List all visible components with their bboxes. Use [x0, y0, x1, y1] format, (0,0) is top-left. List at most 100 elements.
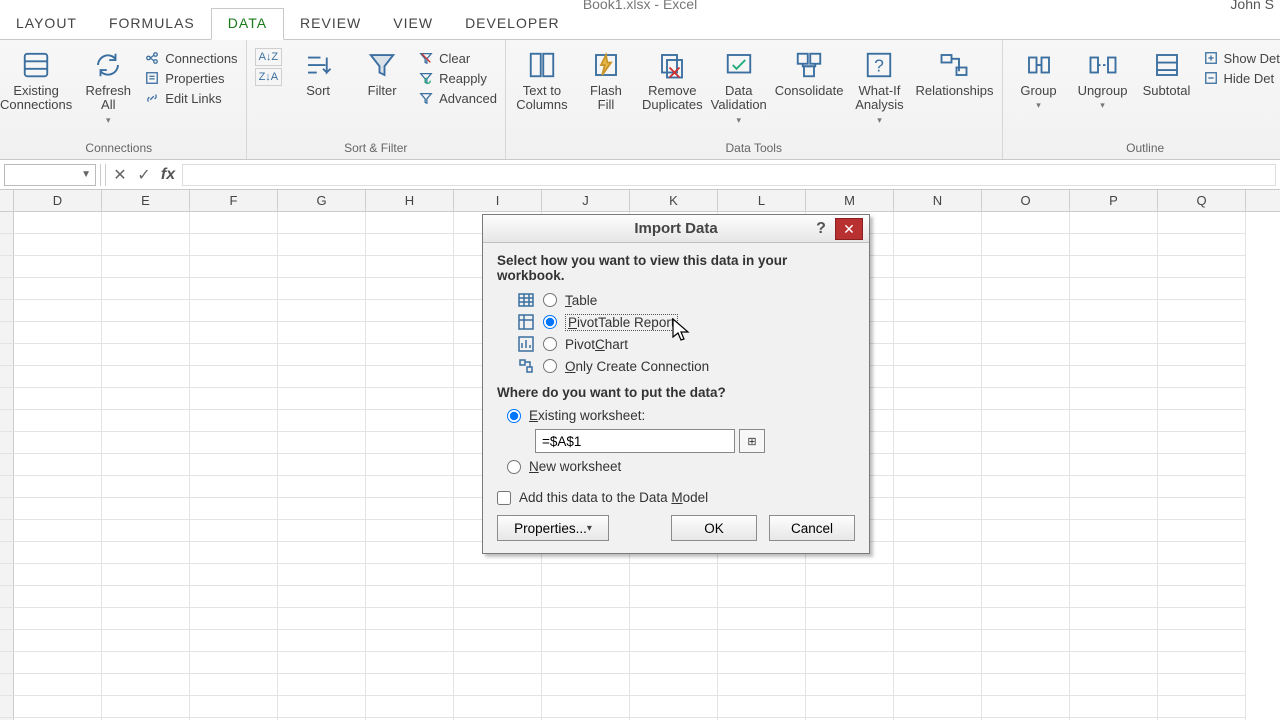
cell[interactable] — [366, 366, 454, 388]
cell[interactable] — [14, 586, 102, 608]
cell[interactable] — [806, 696, 894, 718]
cell[interactable] — [1158, 366, 1246, 388]
option-pivotchart-radio[interactable] — [543, 337, 557, 351]
cell[interactable] — [14, 234, 102, 256]
cell[interactable] — [278, 344, 366, 366]
cell[interactable] — [190, 498, 278, 520]
option-table-radio[interactable] — [543, 293, 557, 307]
cell[interactable] — [982, 564, 1070, 586]
cell[interactable] — [1070, 432, 1158, 454]
cell[interactable] — [1158, 498, 1246, 520]
row-header[interactable] — [0, 212, 14, 234]
flash-fill-button[interactable]: Flash Fill — [578, 44, 634, 113]
cell[interactable] — [1158, 410, 1246, 432]
ungroup-button[interactable]: Ungroup — [1075, 44, 1131, 111]
cell[interactable] — [1070, 520, 1158, 542]
column-header[interactable]: J — [542, 190, 630, 211]
cell[interactable] — [366, 542, 454, 564]
cell[interactable] — [1070, 498, 1158, 520]
cell[interactable] — [366, 344, 454, 366]
cell[interactable] — [366, 586, 454, 608]
cell[interactable] — [278, 696, 366, 718]
cell[interactable] — [894, 674, 982, 696]
cell[interactable] — [982, 520, 1070, 542]
cell[interactable] — [806, 608, 894, 630]
cell[interactable] — [894, 278, 982, 300]
cell[interactable] — [1070, 454, 1158, 476]
sort-button[interactable]: Sort — [290, 44, 346, 98]
column-header[interactable]: G — [278, 190, 366, 211]
existing-connections-button[interactable]: Existing Connections — [0, 44, 72, 113]
cell[interactable] — [630, 564, 718, 586]
cell[interactable] — [278, 454, 366, 476]
insert-function-button[interactable]: fx — [158, 164, 178, 186]
cell[interactable] — [894, 586, 982, 608]
cell[interactable] — [454, 674, 542, 696]
cell[interactable] — [1158, 586, 1246, 608]
cell[interactable] — [894, 564, 982, 586]
cell[interactable] — [102, 476, 190, 498]
cell[interactable] — [894, 696, 982, 718]
cell[interactable] — [102, 454, 190, 476]
option-pivotchart[interactable]: PivotChart — [497, 333, 855, 355]
cell[interactable] — [366, 300, 454, 322]
cell[interactable] — [190, 652, 278, 674]
connections-button[interactable]: Connections — [144, 50, 237, 66]
option-connection-only-radio[interactable] — [543, 359, 557, 373]
cell[interactable] — [982, 300, 1070, 322]
cell[interactable] — [806, 652, 894, 674]
dialog-close-button[interactable]: ✕ — [835, 218, 863, 240]
cell[interactable] — [278, 256, 366, 278]
cell[interactable] — [278, 564, 366, 586]
cell[interactable] — [102, 432, 190, 454]
cell[interactable] — [982, 278, 1070, 300]
reapply-button[interactable]: Reapply — [418, 70, 497, 86]
option-table[interactable]: Table — [497, 289, 855, 311]
refresh-all-button[interactable]: Refresh All — [80, 44, 136, 126]
cell[interactable] — [190, 212, 278, 234]
cell[interactable] — [366, 498, 454, 520]
cell[interactable] — [454, 608, 542, 630]
option-existing-worksheet[interactable]: Existing worksheet: — [497, 406, 855, 425]
cell[interactable] — [894, 476, 982, 498]
cell[interactable] — [190, 322, 278, 344]
cell[interactable] — [190, 476, 278, 498]
show-detail-button[interactable]: Show Det — [1203, 50, 1280, 66]
cell[interactable] — [278, 322, 366, 344]
cell[interactable] — [278, 608, 366, 630]
cell[interactable] — [630, 652, 718, 674]
cell[interactable] — [14, 696, 102, 718]
cell[interactable] — [894, 322, 982, 344]
cell[interactable] — [190, 344, 278, 366]
cell[interactable] — [102, 542, 190, 564]
cell[interactable] — [1158, 696, 1246, 718]
cell[interactable] — [1070, 410, 1158, 432]
row-header[interactable] — [0, 608, 14, 630]
row-header[interactable] — [0, 234, 14, 256]
cell[interactable] — [366, 630, 454, 652]
cell[interactable] — [14, 212, 102, 234]
cell[interactable] — [894, 542, 982, 564]
cell[interactable] — [366, 564, 454, 586]
cell[interactable] — [14, 256, 102, 278]
hide-detail-button[interactable]: Hide Det — [1203, 70, 1280, 86]
cell[interactable] — [190, 630, 278, 652]
cell[interactable] — [278, 630, 366, 652]
column-header[interactable]: I — [454, 190, 542, 211]
cell[interactable] — [454, 564, 542, 586]
cell[interactable] — [14, 476, 102, 498]
cell[interactable] — [982, 608, 1070, 630]
cell[interactable] — [102, 234, 190, 256]
cell[interactable] — [14, 674, 102, 696]
row-header[interactable] — [0, 454, 14, 476]
tab-data[interactable]: DATA — [211, 8, 284, 40]
row-header[interactable] — [0, 520, 14, 542]
cell[interactable] — [278, 542, 366, 564]
cell[interactable] — [366, 432, 454, 454]
row-header[interactable] — [0, 388, 14, 410]
cell[interactable] — [278, 366, 366, 388]
formula-input[interactable] — [182, 164, 1276, 186]
cell[interactable] — [1158, 520, 1246, 542]
cell[interactable] — [982, 344, 1070, 366]
dialog-help-button[interactable]: ? — [811, 219, 831, 239]
